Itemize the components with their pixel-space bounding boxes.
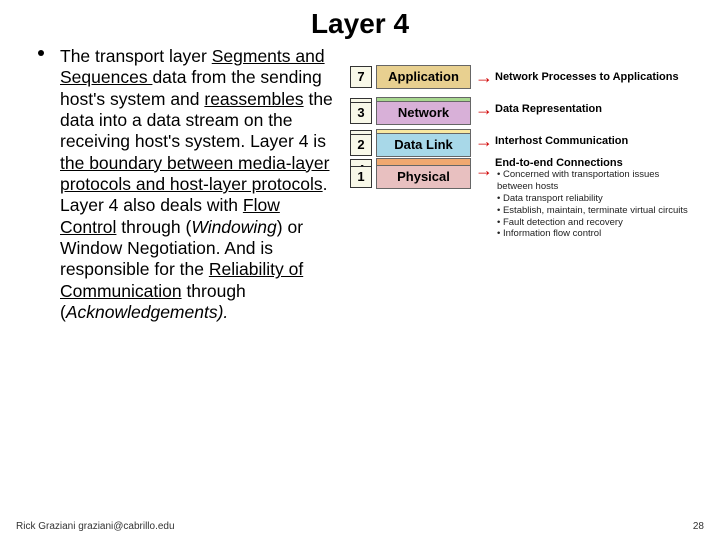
- layer-notes: Concerned with transportation issues bet…: [495, 169, 690, 240]
- layer-row-3: 3Network: [350, 98, 475, 128]
- left-column: The transport layer Segments and Sequenc…: [10, 46, 340, 323]
- layer-name: Physical: [376, 165, 471, 189]
- layer-number: 3: [350, 102, 372, 124]
- footer-author: Rick Graziani graziani@cabrillo.edu: [16, 521, 175, 532]
- footer: Rick Graziani graziani@cabrillo.edu 28: [16, 521, 704, 532]
- arrow-icon: →: [475, 131, 493, 152]
- layer-row-2: 2Data Link: [350, 130, 475, 160]
- layer-number: 7: [350, 66, 372, 88]
- layer-row-7: 7Application→Network Processes to Applic…: [350, 62, 690, 92]
- body-paragraph: The transport layer Segments and Sequenc…: [60, 46, 340, 323]
- layer-desc: Network Processes to Applications: [495, 72, 690, 83]
- slide-title: Layer 4: [0, 0, 720, 46]
- arrow-icon: →: [475, 67, 493, 88]
- layer-name: Data Link: [376, 133, 471, 157]
- footer-page-number: 28: [693, 521, 704, 532]
- layer-name: Network: [376, 101, 471, 125]
- layer-desc: End-to-end Connections: [495, 158, 690, 169]
- content-area: The transport layer Segments and Sequenc…: [0, 46, 720, 323]
- right-column: 7Application→Network Processes to Applic…: [340, 46, 710, 323]
- layer-desc: Interhost Communication: [495, 136, 690, 147]
- arrow-icon: →: [475, 160, 493, 181]
- layer-name: Application: [376, 65, 471, 89]
- layer-row-1: 1Physical: [350, 162, 475, 192]
- layer-number: 2: [350, 134, 372, 156]
- arrow-icon: →: [475, 99, 493, 120]
- layer-number: 1: [350, 166, 372, 188]
- layer-desc: Data Representation: [495, 104, 690, 115]
- osi-diagram: 7Application→Network Processes to Applic…: [350, 62, 690, 192]
- bullet-icon: [38, 50, 44, 56]
